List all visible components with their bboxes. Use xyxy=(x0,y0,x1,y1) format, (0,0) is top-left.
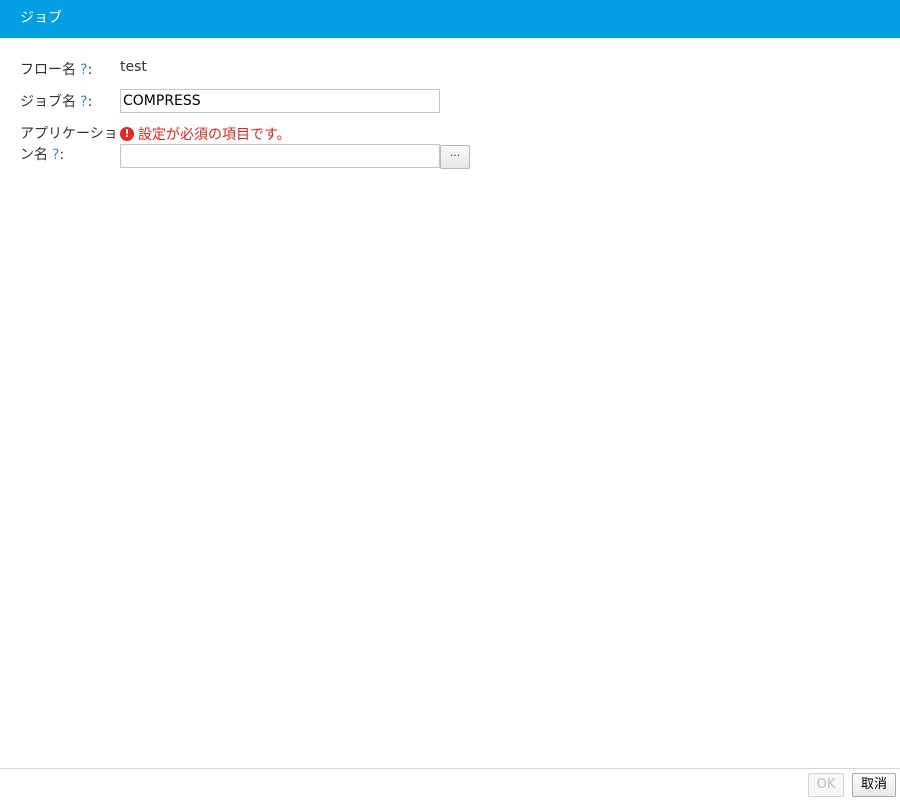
application-name-error: ! 設定が必須の項目です。 xyxy=(120,124,291,144)
flow-name-value: test xyxy=(120,59,147,75)
application-name-label-line2-text: ン名 xyxy=(20,147,48,163)
job-name-colon: : xyxy=(87,94,93,110)
application-browse-button[interactable]: ··· xyxy=(440,145,470,169)
application-name-input[interactable] xyxy=(120,144,440,168)
job-name-label: ジョブ名?: xyxy=(20,91,92,111)
job-dialog: ジョブ フロー名?: test ジョブ名?: アプリケーショ ン名?: ! 設定… xyxy=(0,0,900,800)
application-name-label: アプリケーショ ン名?: xyxy=(20,124,118,166)
cancel-button[interactable]: 取消 xyxy=(852,773,896,797)
error-icon: ! xyxy=(120,127,134,141)
flow-name-label: フロー名?: xyxy=(20,59,92,79)
job-name-label-text: ジョブ名 xyxy=(20,94,76,110)
application-name-colon: : xyxy=(59,147,65,163)
application-name-label-line1: アプリケーショ xyxy=(20,126,118,142)
dialog-title: ジョブ xyxy=(0,0,900,38)
job-name-input[interactable] xyxy=(120,89,440,113)
ok-button[interactable]: OK xyxy=(808,773,844,797)
flow-name-colon: : xyxy=(87,62,93,78)
flow-name-label-text: フロー名 xyxy=(20,62,76,78)
application-name-label-line2: ン名?: xyxy=(20,145,118,166)
dialog-footer: OK 取消 xyxy=(0,768,900,800)
application-name-error-text: 設定が必須の項目です。 xyxy=(138,127,291,143)
